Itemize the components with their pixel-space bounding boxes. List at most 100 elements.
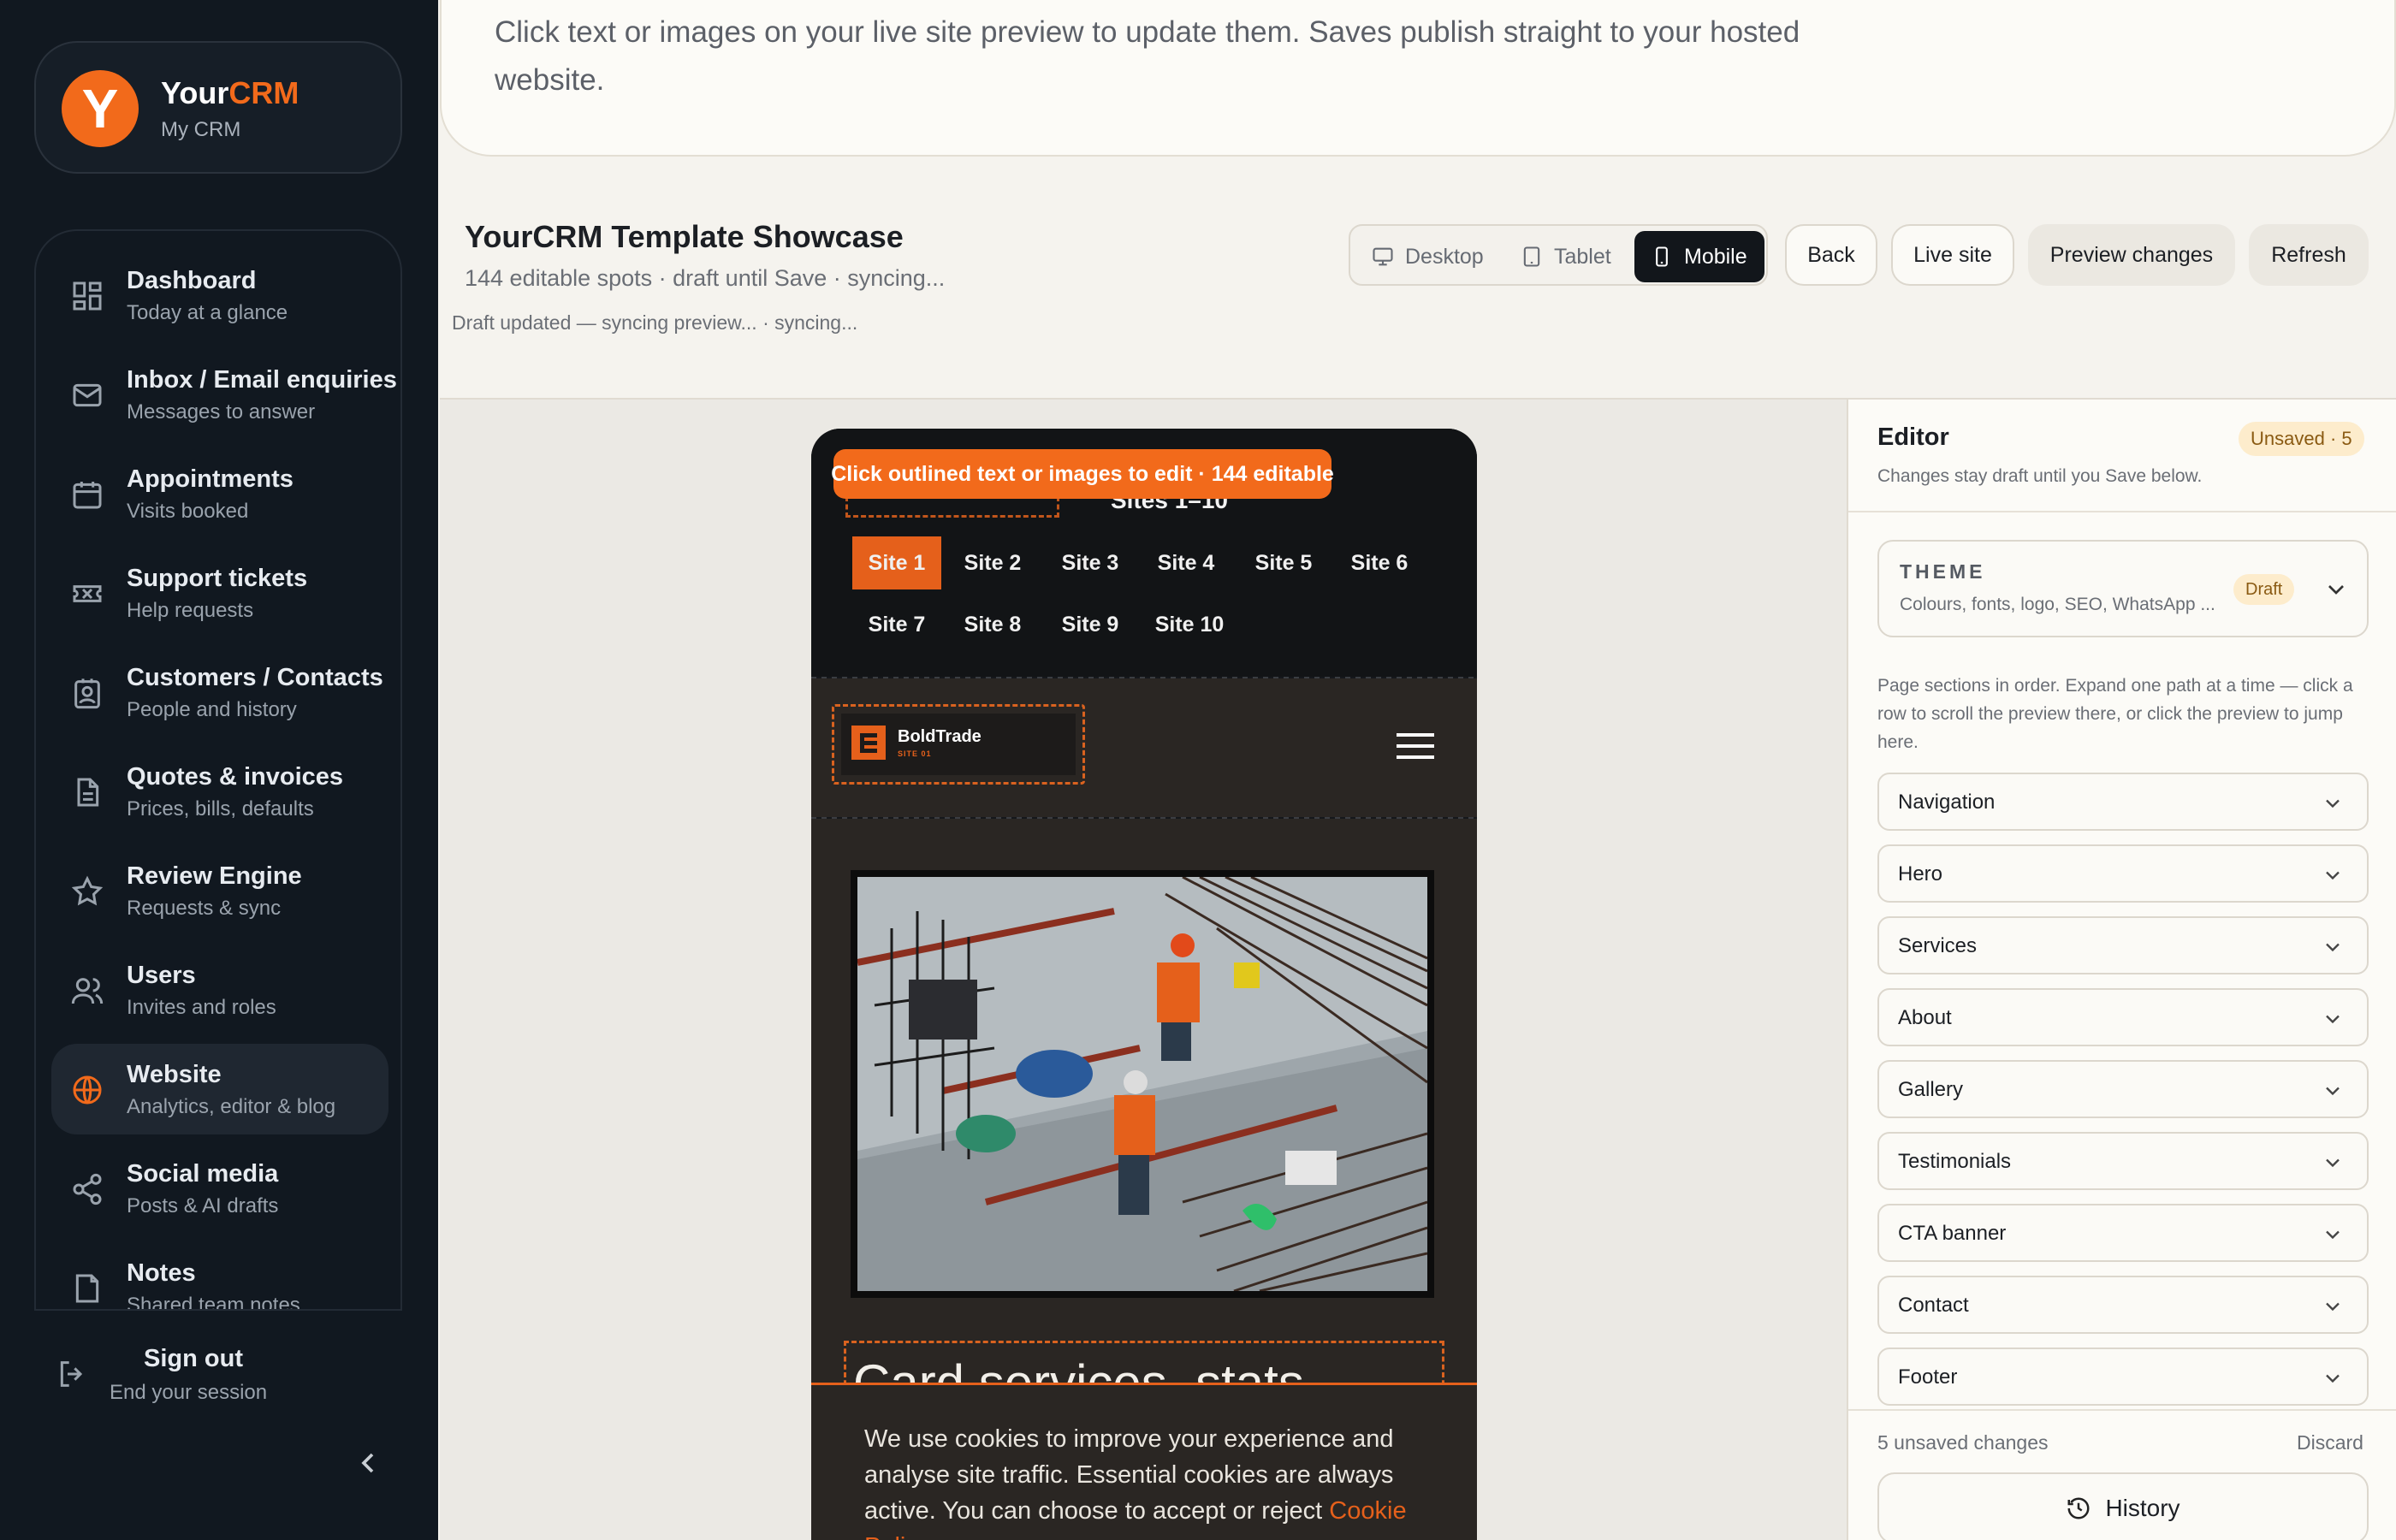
site-tab-1[interactable]: Site 1 [852,536,941,589]
sidebar-item-social[interactable]: Social media Posts & AI drafts [51,1143,388,1234]
hero-image[interactable] [851,870,1434,1298]
site-tab-10[interactable]: Site 10 [1145,598,1234,651]
sidebar-item-reviews[interactable]: Review Engine Requests & sync [51,845,388,936]
section-footer[interactable]: Footer [1877,1348,2369,1406]
site-tab-7[interactable]: Site 7 [852,598,941,651]
section-label: Testimonials [1898,1150,2012,1173]
section-label: Contact [1898,1294,1969,1317]
chevron-down-icon [2326,1302,2340,1312]
chevron-down-icon [2326,1015,2340,1024]
section-label: Services [1898,934,1978,957]
sidebar-item-subtitle: Prices, bills, defaults [127,797,314,820]
page-subtitle: 144 editable spots · draft until Save · … [465,265,946,291]
page-title: YourCRM Template Showcase [465,219,904,254]
site-logo-name: BoldTrade [898,727,982,746]
site-tab-5[interactable]: Site 5 [1239,536,1328,589]
site-tab-6[interactable]: Site 6 [1335,536,1424,589]
editable-logo[interactable]: BoldTrade SITE 01 [832,704,1085,785]
editor-subtitle: Changes stay draft until you Save below. [1877,466,2203,486]
section-services[interactable]: Services [1877,916,2369,974]
edit-hint-banner: Click outlined text or images to edit · … [831,449,1334,499]
unsaved-badge: Unsaved · 5 [2239,422,2364,456]
theme-section[interactable]: THEME Colours, fonts, logo, SEO, WhatsAp… [1877,540,2369,637]
section-cta-banner[interactable]: CTA banner [1877,1204,2369,1262]
sidebar-item-title: Users [127,962,196,989]
refresh-button[interactable]: Refresh [2249,224,2369,286]
history-label: History [2105,1495,2180,1521]
sidebar-item-dashboard[interactable]: Dashboard Today at a glance [51,250,388,341]
sign-out-subtitle: End your session [110,1381,268,1404]
sidebar-item-subtitle: Requests & sync [127,897,282,920]
monitor-icon [1373,247,1393,266]
sidebar-item-customers[interactable]: Customers / Contacts People and history [51,647,388,737]
sidebar-item-quotes[interactable]: Quotes & invoices Prices, bills, default… [51,746,388,837]
section-navigation[interactable]: Navigation [1877,773,2369,831]
discard-button[interactable]: Discard [2297,1431,2363,1454]
section-hero[interactable]: Hero [1877,844,2369,903]
site-tab-4[interactable]: Site 4 [1142,536,1231,589]
share-icon [73,1173,102,1205]
chevron-down-icon [2326,1087,2340,1096]
intro-card: Click text or images on your live site p… [440,0,2396,157]
section-about[interactable]: About [1877,988,2369,1046]
logo-mark-icon [851,726,886,760]
sidebar-item-users[interactable]: Users Invites and roles [51,945,388,1035]
editor-title: Editor [1877,424,1949,451]
sidebar-item-support[interactable]: Support tickets Help requests [51,548,388,638]
section-gallery[interactable]: Gallery [1877,1060,2369,1118]
sidebar-item-subtitle: Analytics, editor & blog [127,1095,336,1118]
logout-icon [60,1361,83,1387]
globe-icon [73,1075,102,1105]
note-icon [75,1274,99,1303]
sidebar: Y YourCRM My CRM Dashboard Today at a gl… [0,0,438,1540]
sidebar-item-website[interactable]: Website Analytics, editor & blog [51,1044,388,1134]
preview-changes-button[interactable]: Preview changes [2028,224,2235,286]
sign-out-title: Sign out [144,1345,243,1372]
contact-icon [74,678,100,709]
sidebar-item-title: Quotes & invoices [127,763,344,791]
phone-icon [1656,246,1668,267]
sidebar-item-title: Customers / Contacts [127,664,383,691]
mobile-preview-frame[interactable]: Sites 1–10 Click outlined text or images… [811,429,1477,1540]
sidebar-item-title: Website [127,1061,222,1088]
sidebar-item-appointments[interactable]: Appointments Visits booked [51,448,388,539]
sync-status: Draft updated — syncing preview... · syn… [452,311,858,334]
chevron-down-icon [2326,943,2340,952]
sidebar-item-notes[interactable]: Notes Shared team notes [51,1242,388,1309]
chevron-down-icon [2326,1374,2340,1383]
unsaved-count: 5 unsaved changes [1877,1431,2049,1454]
sidebar-item-inbox[interactable]: Inbox / Email enquiries Messages to answ… [51,349,397,440]
cookie-banner: We use cookies to improve your experienc… [811,1383,1477,1540]
editor-footer: 5 unsaved changes Discard History [1848,1409,2396,1540]
tablet-icon [1523,246,1540,267]
sign-out-button[interactable]: Sign out End your session [51,1335,394,1412]
editor-panel: Editor Unsaved · 5 Changes stay draft un… [1847,400,2396,1540]
site-tab-2[interactable]: Site 2 [948,536,1037,589]
sidebar-item-title: Dashboard [127,267,257,294]
brand-logo: Y [62,70,139,147]
live-site-button[interactable]: Live site [1891,224,2014,286]
section-label: About [1898,1006,1952,1029]
document-icon [77,778,99,807]
section-label: CTA banner [1898,1222,2007,1245]
back-button[interactable]: Back [1785,224,1877,286]
site-tab-3[interactable]: Site 3 [1046,536,1135,589]
chevron-down-icon [2326,1230,2340,1240]
section-testimonials[interactable]: Testimonials [1877,1132,2369,1190]
sidebar-item-subtitle: Messages to answer [127,400,316,424]
brand-card[interactable]: Y YourCRM My CRM [34,41,402,174]
mail-icon [73,383,102,407]
site-tab-8[interactable]: Site 8 [948,598,1037,651]
view-mobile-button[interactable]: Mobile [1634,231,1764,282]
view-tablet-button[interactable]: Tablet [1504,231,1627,282]
view-desktop-button[interactable]: Desktop [1355,231,1499,282]
collapse-sidebar-icon[interactable] [351,1446,385,1480]
site-navigation: BoldTrade SITE 01 [811,678,1477,817]
view-desktop-label: Desktop [1405,244,1484,269]
history-button[interactable]: History [1877,1472,2369,1540]
users-icon [71,978,104,1004]
construction-photo [857,877,1427,1291]
site-tab-9[interactable]: Site 9 [1046,598,1135,651]
menu-icon[interactable] [1397,732,1434,761]
section-contact[interactable]: Contact [1877,1276,2369,1334]
